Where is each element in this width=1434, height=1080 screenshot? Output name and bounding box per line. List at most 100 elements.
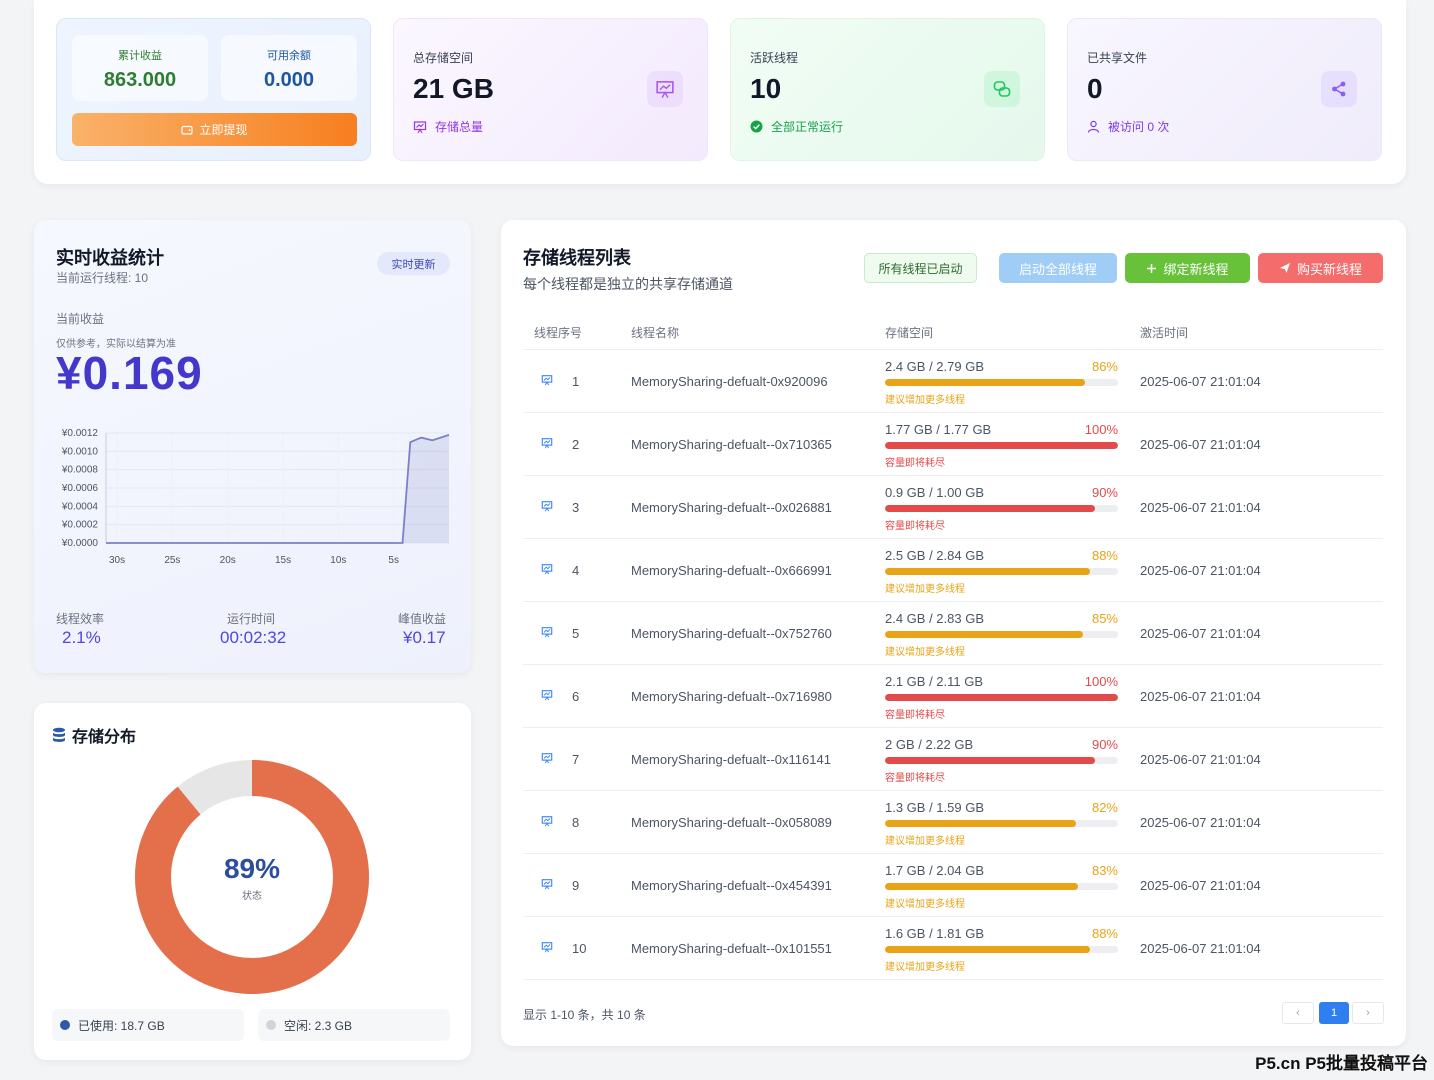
capacity-bar (885, 883, 1118, 890)
user-icon (1087, 120, 1100, 133)
capacity-tip: 容量即将耗尽 (885, 710, 945, 721)
capacity-bar-fill (885, 568, 1091, 575)
activation-time: 2025-06-07 21:01:04 (1140, 689, 1261, 704)
activation-time: 2025-06-07 21:01:04 (1140, 626, 1261, 641)
table-row[interactable]: 4 MemorySharing-defualt--0x666991 2.5 GB… (523, 539, 1383, 602)
thread-no: 9 (572, 878, 580, 893)
x-tick-label: 20s (220, 555, 236, 566)
start-all-threads-button[interactable]: 启动全部线程 (999, 253, 1117, 283)
capacity-tip: 建议增加更多线程 (885, 962, 965, 973)
peak-earnings-label: 峰值收益 (398, 612, 447, 626)
thread-capacity: 1.77 GB / 1.77 GB (885, 422, 992, 437)
bind-new-thread-button[interactable]: 绑定新线程 (1125, 253, 1250, 283)
thread-no: 2 (572, 437, 580, 452)
table-row[interactable]: 8 MemorySharing-defualt--0x058089 1.3 GB… (523, 791, 1383, 854)
capacity-tip: 建议增加更多线程 (885, 584, 965, 595)
activation-time: 2025-06-07 21:01:04 (1140, 878, 1261, 893)
pagination-next-button[interactable]: › (1352, 1002, 1384, 1024)
table-row[interactable]: 5 MemorySharing-defualt--0x752760 2.4 GB… (523, 602, 1383, 665)
capacity-bar-fill (885, 631, 1084, 638)
capacity-bar (885, 757, 1118, 764)
thread-percent: 100% (1084, 674, 1118, 689)
storage-icon-box (647, 71, 683, 107)
pagination-prev-button[interactable]: ‹ (1282, 1002, 1314, 1024)
thread-capacity: 1.6 GB / 1.81 GB (885, 926, 984, 941)
thread-name: MemorySharing-defualt--0x666991 (631, 563, 832, 578)
storage-sub-label: 存储总量 (435, 120, 484, 134)
thread-capacity: 1.7 GB / 2.04 GB (885, 863, 984, 878)
peak-earnings-value: ¥0.17 (403, 628, 446, 647)
thread-percent: 83% (1091, 863, 1118, 878)
activation-time: 2025-06-07 21:01:04 (1140, 374, 1261, 389)
thread-icon (541, 942, 553, 953)
y-tick-label: ¥0.0006 (61, 483, 99, 494)
available-balance-box: 可用余额 0.000 (221, 35, 357, 101)
capacity-bar-fill (885, 379, 1086, 386)
capacity-bar-fill (885, 946, 1091, 953)
thread-list-panel: 存储线程列表 每个线程都是独立的共享存储通道 所有线程已启动 启动全部线程 绑定… (501, 220, 1406, 1046)
x-tick-label: 5s (388, 555, 399, 566)
thread-no: 10 (572, 941, 587, 956)
thread-name: MemorySharing-defualt-0x920096 (631, 374, 828, 389)
watermark: P5.cn P5批量投稿平台 (1255, 1054, 1428, 1073)
y-tick-label: ¥0.0000 (61, 538, 99, 549)
pagination-page-1[interactable]: 1 (1319, 1002, 1349, 1024)
y-tick-label: ¥0.0008 (61, 465, 99, 476)
thread-capacity: 1.3 GB / 1.59 GB (885, 800, 984, 815)
donut-percent: 89% (223, 852, 281, 884)
wallet-icon (181, 125, 194, 135)
capacity-bar (885, 820, 1118, 827)
thread-percent: 90% (1091, 485, 1118, 500)
storage-distribution-panel: 存储分布 89% 状态 已使用: 18.7 GB 空闲: 2.3 GB (34, 703, 471, 1060)
table-header: 线程序号 线程名称 存储空间 激活时间 (523, 316, 1383, 350)
capacity-bar (885, 379, 1118, 386)
thread-no: 3 (572, 500, 580, 515)
legend-free-label: 空闲: 2.3 GB (284, 1018, 353, 1033)
table-row[interactable]: 1 MemorySharing-defualt-0x920096 2.4 GB … (523, 350, 1383, 413)
y-tick-label: ¥0.0002 (61, 520, 99, 531)
active-threads-sub: 全部正常运行 (750, 118, 843, 135)
database-icon (53, 727, 65, 742)
active-threads-sub-label: 全部正常运行 (771, 120, 844, 134)
cumulative-earnings-box: 累计收益 863.000 (72, 35, 208, 101)
activation-time: 2025-06-07 21:01:04 (1140, 500, 1261, 515)
withdraw-button[interactable]: 立即提现 (72, 113, 357, 146)
storage-sub: 存储总量 (413, 118, 483, 135)
thread-percent: 88% (1091, 926, 1118, 941)
capacity-bar (885, 946, 1118, 953)
efficiency-label: 线程效率 (56, 612, 105, 626)
storage-card: 总存储空间 21 GB 存储总量 (393, 18, 708, 161)
thread-list-title: 存储线程列表 (523, 248, 631, 268)
table-row[interactable]: 10 MemorySharing-defualt--0x101551 1.6 G… (523, 917, 1383, 980)
thread-percent: 86% (1091, 359, 1118, 374)
active-threads-card: 活跃线程 10 全部正常运行 (730, 18, 1045, 161)
donut-center: 89% 状态 (134, 759, 370, 995)
thread-name: MemorySharing-defualt--0x101551 (631, 941, 832, 956)
active-threads-value: 10 (750, 73, 782, 104)
table-row[interactable]: 7 MemorySharing-defualt--0x116141 2 GB /… (523, 728, 1383, 791)
start-all-threads-label: 启动全部线程 (1018, 261, 1097, 277)
activation-time: 2025-06-07 21:01:04 (1140, 941, 1261, 956)
available-balance-value: 0.000 (263, 69, 315, 91)
capacity-bar-fill (885, 505, 1095, 512)
table-row[interactable]: 6 MemorySharing-defualt--0x716980 2.1 GB… (523, 665, 1383, 728)
runtime-label: 运行时间 (227, 612, 276, 626)
table-row[interactable]: 9 MemorySharing-defualt--0x454391 1.7 GB… (523, 854, 1383, 917)
table-row[interactable]: 2 MemorySharing-defualt--0x710365 1.77 G… (523, 413, 1383, 476)
capacity-bar-fill (885, 883, 1079, 890)
earnings-card: 累计收益 863.000 可用余额 0.000 立即提现 (56, 18, 371, 161)
share-icon (1332, 81, 1346, 97)
capacity-tip: 容量即将耗尽 (885, 521, 945, 532)
share-icon-box[interactable] (1321, 71, 1357, 107)
capacity-tip: 建议增加更多线程 (885, 899, 965, 910)
capacity-bar-fill (885, 442, 1118, 449)
legend-free: 空闲: 2.3 GB (258, 1009, 450, 1041)
link-icon (993, 81, 1011, 97)
thread-icon (541, 438, 553, 449)
buy-new-thread-button[interactable]: 购买新线程 (1258, 253, 1383, 283)
legend-used: 已使用: 18.7 GB (52, 1009, 244, 1041)
capacity-bar-fill (885, 694, 1118, 701)
table-row[interactable]: 3 MemorySharing-defualt--0x026881 0.9 GB… (523, 476, 1383, 539)
current-earnings-value: ¥0.169 (56, 347, 203, 399)
column-header-name: 线程名称 (631, 326, 680, 340)
